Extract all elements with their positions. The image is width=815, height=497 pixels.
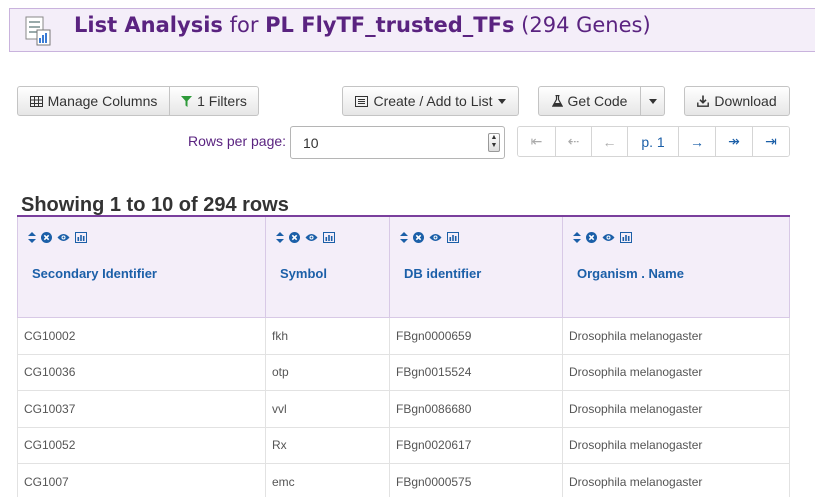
title-for: for xyxy=(229,13,259,37)
table-cell[interactable]: Drosophila melanogaster xyxy=(563,391,790,427)
column-name[interactable]: Secondary Identifier xyxy=(32,266,157,281)
table-cell[interactable]: CG10052 xyxy=(17,427,266,463)
manage-columns-label: Manage Columns xyxy=(47,93,158,109)
table-cell[interactable]: CG10037 xyxy=(17,391,266,427)
column-tools xyxy=(400,232,459,243)
last-page-button[interactable]: ⇥ xyxy=(753,127,789,156)
table-cell[interactable]: Drosophila melanogaster xyxy=(563,354,790,390)
table-row: CG10037 vvl FBgn0086680 Drosophila melanoga… xyxy=(17,391,790,428)
title-bold: List Analysis xyxy=(74,13,223,37)
get-code-button[interactable]: Get Code xyxy=(538,86,641,116)
table-cell[interactable]: FBgn0020617 xyxy=(390,427,563,463)
table-cell[interactable]: vvl xyxy=(266,391,390,427)
column-summary-icon[interactable] xyxy=(323,232,335,243)
sort-icon[interactable] xyxy=(400,232,408,243)
rows-per-page-value: 10 xyxy=(303,134,319,151)
eye-icon[interactable] xyxy=(57,233,70,242)
table-cell[interactable]: emc xyxy=(266,464,390,497)
table-cell[interactable]: CG10036 xyxy=(17,354,266,390)
table-cell[interactable]: FBgn0000659 xyxy=(390,318,563,354)
remove-column-icon[interactable] xyxy=(41,232,52,243)
table-cell[interactable]: FBgn0086680 xyxy=(390,391,563,427)
column-header: Secondary Identifier xyxy=(17,217,266,317)
next-page-fast-button[interactable]: ↠ xyxy=(716,127,753,156)
table-body: CG10002 fkh FBgn0000659 Drosophila melanoga… xyxy=(17,318,790,497)
chevron-down-icon xyxy=(648,98,657,104)
column-tools xyxy=(276,232,335,243)
table-row: CG10036 otp FBgn0015524 Drosophila melanoga… xyxy=(17,354,790,391)
table-cell[interactable]: FBgn0015524 xyxy=(390,354,563,390)
remove-column-icon[interactable] xyxy=(289,232,300,243)
table-cell[interactable]: FBgn0000575 xyxy=(390,464,563,497)
table-row: CG10052 Rx FBgn0020617 Drosophila melanogas… xyxy=(17,427,790,464)
sort-icon[interactable] xyxy=(276,232,284,243)
list-chart-icon xyxy=(25,16,51,46)
table-row: CG1007 emc FBgn0000575 Drosophila melanogas… xyxy=(17,464,790,497)
table-cell[interactable]: Rx xyxy=(266,427,390,463)
filters-button[interactable]: 1 Filters xyxy=(170,86,259,116)
current-page[interactable]: p. 1 xyxy=(628,127,679,156)
first-page-button[interactable]: ⇤ xyxy=(518,127,556,156)
table-cell[interactable]: otp xyxy=(266,354,390,390)
showing-rows-text: Showing 1 to 10 of 294 rows xyxy=(21,194,289,216)
eye-icon[interactable] xyxy=(602,233,615,242)
table-cell[interactable]: Drosophila melanogaster xyxy=(563,427,790,463)
table-cell[interactable]: CG1007 xyxy=(17,464,266,497)
column-summary-icon[interactable] xyxy=(620,232,632,243)
remove-column-icon[interactable] xyxy=(586,232,597,243)
column-header: DB identifier xyxy=(390,217,563,317)
download-label: Download xyxy=(714,93,777,109)
get-code-label: Get Code xyxy=(567,93,628,109)
column-name[interactable]: DB identifier xyxy=(404,266,481,281)
next-page-button[interactable]: → xyxy=(679,127,716,156)
eye-icon[interactable] xyxy=(305,233,318,242)
create-list-button[interactable]: Create / Add to List xyxy=(342,86,519,116)
flask-icon xyxy=(551,95,563,107)
column-name[interactable]: Organism . Name xyxy=(577,266,684,281)
gene-count: (294 Genes) xyxy=(521,13,651,37)
filter-icon xyxy=(181,95,193,107)
column-summary-icon[interactable] xyxy=(75,232,87,243)
page-header: List Analysis for PL FlyTF_trusted_TFs (… xyxy=(9,8,815,52)
table-cell[interactable]: Drosophila melanogaster xyxy=(563,464,790,497)
rows-per-page-select[interactable]: 10 ▲ ▼ xyxy=(290,126,505,159)
table-cell[interactable]: CG10002 xyxy=(17,318,266,354)
results-table: Secondary Identifier Symbol DB identifier O… xyxy=(17,215,790,497)
chevron-down-icon xyxy=(497,98,506,104)
prev-page-fast-button[interactable]: ⇠ xyxy=(556,127,592,156)
manage-columns-button[interactable]: Manage Columns xyxy=(17,86,170,116)
download-button[interactable]: Download xyxy=(684,86,790,116)
column-tools xyxy=(573,232,632,243)
list-icon xyxy=(355,95,369,107)
create-list-label: Create / Add to List xyxy=(373,93,493,109)
column-header: Organism . Name xyxy=(563,217,790,317)
eye-icon[interactable] xyxy=(429,233,442,242)
column-header: Symbol xyxy=(266,217,390,317)
table-cell[interactable]: Drosophila melanogaster xyxy=(563,318,790,354)
column-name[interactable]: Symbol xyxy=(280,266,327,281)
column-tools xyxy=(28,232,87,243)
select-stepper-icon: ▲ ▼ xyxy=(488,133,500,152)
table-header: Secondary Identifier Symbol DB identifier O… xyxy=(17,215,790,318)
filters-label: 1 Filters xyxy=(197,93,247,109)
column-summary-icon[interactable] xyxy=(447,232,459,243)
list-name: PL FlyTF_trusted_TFs xyxy=(265,13,515,37)
page-title: List Analysis for PL FlyTF_trusted_TFs (… xyxy=(74,13,651,37)
sort-icon[interactable] xyxy=(573,232,581,243)
get-code-dropdown-button[interactable] xyxy=(641,86,665,116)
table-icon xyxy=(29,95,43,107)
sort-icon[interactable] xyxy=(28,232,36,243)
remove-column-icon[interactable] xyxy=(413,232,424,243)
table-row: CG10002 fkh FBgn0000659 Drosophila melanoga… xyxy=(17,318,790,355)
pagination: ⇤ ⇠ ← p. 1 → ↠ ⇥ xyxy=(517,126,790,157)
table-cell[interactable]: fkh xyxy=(266,318,390,354)
rows-per-page-label: Rows per page: xyxy=(188,133,287,149)
download-icon xyxy=(697,95,710,107)
prev-page-button[interactable]: ← xyxy=(592,127,628,156)
